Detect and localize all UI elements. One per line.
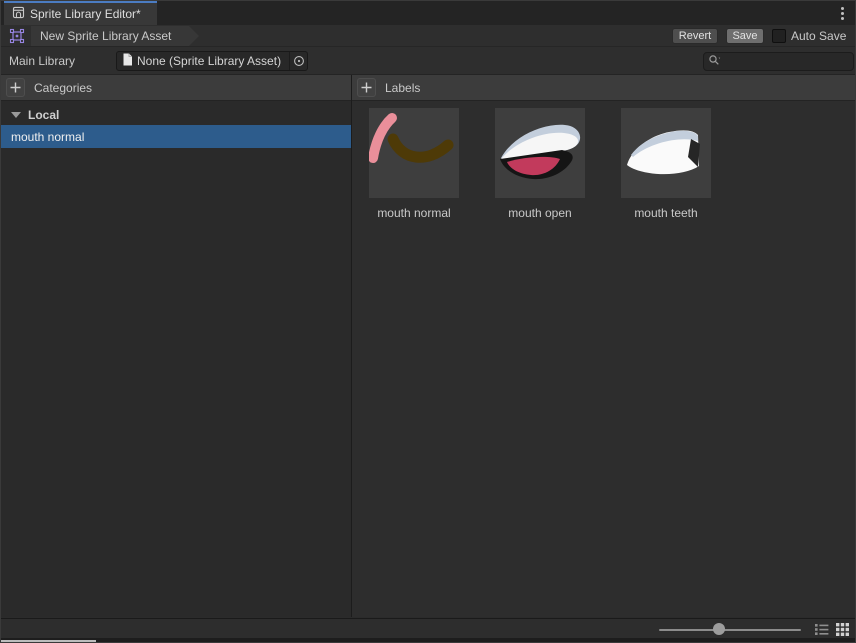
category-item-mouth-normal[interactable]: mouth normal (1, 125, 351, 148)
search-box[interactable] (703, 52, 854, 71)
main-library-object-field[interactable]: None (Sprite Library Asset) (116, 51, 308, 71)
tab-title: Sprite Library Editor* (30, 7, 141, 21)
revert-button[interactable]: Revert (672, 28, 718, 44)
panel-splitter[interactable] (351, 75, 352, 617)
list-view-icon[interactable] (814, 622, 829, 637)
categories-header-label: Categories (34, 80, 93, 95)
category-item-label: mouth normal (11, 129, 85, 144)
main-library-row: Main Library None (Sprite Library Asset) (1, 47, 855, 75)
window-bottom-edge (1, 638, 855, 642)
sprite-thumbnail-mouth-normal (368, 108, 459, 198)
local-group-foldout[interactable]: Local (1, 105, 351, 125)
search-icon (708, 53, 722, 71)
tab-sprite-library-editor[interactable]: Sprite Library Editor* (4, 1, 157, 25)
categories-header: Categories (1, 75, 351, 101)
label-tile-caption: mouth open (508, 206, 572, 220)
thumbnail-size-slider-knob[interactable] (713, 623, 725, 635)
breadcrumb-label: New Sprite Library Asset (40, 29, 172, 43)
breadcrumb[interactable]: New Sprite Library Asset (31, 26, 199, 46)
sprite-thumbnail-mouth-teeth (621, 108, 711, 198)
labels-panel: mouth normal mouth open mouth teeth (351, 101, 855, 617)
object-field-value: None (Sprite Library Asset) (137, 54, 282, 68)
categories-panel: Local mouth normal (1, 101, 351, 617)
toolbar: New Sprite Library Asset Revert Save Aut… (1, 25, 855, 49)
save-button[interactable]: Save (726, 28, 764, 44)
sprite-thumbnail-mouth-open (495, 108, 585, 198)
document-icon (122, 53, 133, 69)
labels-header-label: Labels (385, 80, 421, 95)
object-picker-icon[interactable] (289, 52, 307, 70)
sprite-library-editor-window: Sprite Library Editor* New Sprite Librar… (0, 0, 856, 643)
label-tile-mouth-open[interactable]: mouth open (477, 108, 603, 220)
foldout-arrow-icon (11, 112, 21, 118)
auto-save-checkbox[interactable] (772, 29, 786, 43)
kebab-menu-icon[interactable] (835, 5, 849, 21)
thumbnail-size-slider[interactable] (659, 629, 801, 631)
label-tile-caption: mouth normal (377, 206, 451, 220)
library-icon (12, 6, 25, 22)
sprite-library-asset-icon (9, 28, 25, 49)
grid-view-icon[interactable] (835, 622, 850, 637)
search-input[interactable] (722, 54, 840, 69)
add-label-button[interactable] (357, 78, 376, 97)
add-category-button[interactable] (6, 78, 25, 97)
label-tile-mouth-teeth[interactable]: mouth teeth (603, 108, 729, 220)
label-tile-caption: mouth teeth (634, 206, 698, 220)
label-tile-mouth-normal[interactable]: mouth normal (351, 108, 477, 220)
auto-save-label: Auto Save (791, 29, 847, 43)
local-group-label: Local (28, 108, 60, 122)
bottom-bar (1, 618, 855, 638)
tab-bar: Sprite Library Editor* (1, 1, 855, 25)
main-library-label: Main Library (9, 54, 76, 68)
labels-header: Labels (352, 75, 855, 101)
